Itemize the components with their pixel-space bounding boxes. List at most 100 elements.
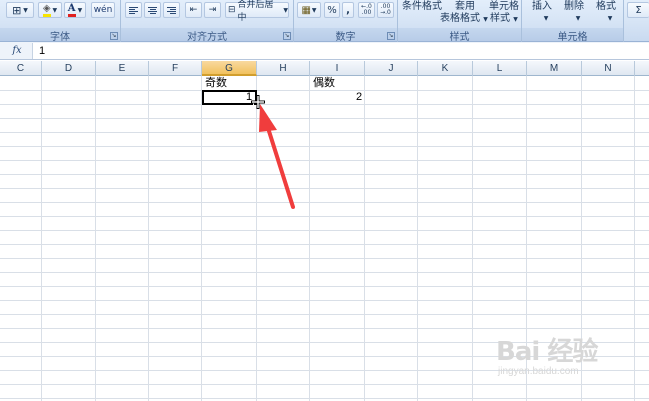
borders-button[interactable]: ⊞ ▼ [6,2,34,18]
column-header-l[interactable]: L [473,61,527,76]
chevron-down-icon: ▼ [575,15,581,22]
column-header-h[interactable]: H [257,61,310,76]
insert-function-icon[interactable]: fx [6,44,28,58]
delete-label: 删除 [564,1,584,12]
column-header-next[interactable] [635,61,649,76]
delete-button[interactable]: 删除 ▼ [564,0,584,23]
chevron-down-icon: ▼ [52,6,58,14]
currency-icon: ▦ [301,4,311,16]
watermark-url: jingyan.baidu.com [498,366,579,377]
grid-line [0,104,649,105]
grid-line [0,328,649,329]
formula-input[interactable]: 1 [32,43,649,59]
grid-line [0,132,649,133]
percent-button[interactable]: % [324,2,340,18]
watermark-logo: Bai 经验 [496,337,598,367]
number-dialog-launcher[interactable]: ↘ [387,32,395,40]
grid-line [417,76,418,401]
sigma-icon: Σ [635,4,642,16]
decrease-decimal-icon: .00 →.0 [380,3,391,16]
alignment-group: ⇤ ⇥ ⊟ 合并后居中 ▼ 对齐方式 ↘ [121,0,294,43]
chevron-down-icon: ▼ [543,15,549,22]
column-header-c[interactable]: C [0,61,42,76]
borders-icon: ⊞ [12,3,22,17]
align-left-button[interactable] [125,2,142,18]
cell-i1[interactable]: 偶数 [313,77,335,90]
chevron-down-icon: ▼ [607,15,613,22]
cell-style-button[interactable]: 样式 ▼ [490,9,518,24]
grid-line [0,398,649,399]
column-header-j[interactable]: J [365,61,418,76]
fill-color-button[interactable]: ◈ ▼ [38,2,62,18]
cell-g1[interactable]: 奇数 [205,77,227,90]
increase-decimal-button[interactable]: ←.0.00 [358,2,375,18]
accounting-format-button[interactable]: ▦ ▼ [297,2,321,18]
grid-line [0,314,649,315]
comma-label: , [346,4,350,16]
percent-label: % [327,4,337,16]
alignment-group-label: 对齐方式 [121,28,293,43]
active-cell-selection[interactable] [202,90,257,105]
cell-i2[interactable]: 2 [356,91,362,104]
conditional-format-button[interactable]: 条件格式 [402,0,442,12]
decrease-indent-button[interactable]: ⇤ [185,2,202,18]
format-button[interactable]: 格式 ▼ [596,0,616,23]
grid-line [0,230,649,231]
decrease-decimal-button[interactable]: .00 →.0 [377,2,394,18]
ribbon: ⊞ ▼ ◈ ▼ A ▼ wén 字体 ↘ ⇤ ⇥ ⊟ 合并后居中 ▼ 对齐方式 … [0,0,649,43]
table-format-button[interactable]: 表格格式 ▼ [440,9,488,24]
column-header-m[interactable]: M [527,61,582,76]
grid-line [0,286,649,287]
font-group-label: 字体 [0,28,120,43]
cells-group-label: 单元格 [522,28,623,43]
comma-button[interactable]: , [342,2,354,18]
alignment-dialog-launcher[interactable]: ↘ [283,32,291,40]
font-group: ⊞ ▼ ◈ ▼ A ▼ wén 字体 ↘ [0,0,121,43]
grid-line [0,118,649,119]
column-header-i[interactable]: I [310,61,365,76]
merge-center-button[interactable]: ⊟ 合并后居中 ▼ [225,0,289,23]
column-header-row: C D E F G H I J K L M N [0,61,649,76]
chevron-down-icon: ▼ [311,6,317,14]
grid-line [0,188,649,189]
align-right-button[interactable] [163,2,180,18]
font-dialog-launcher[interactable]: ↘ [110,32,118,40]
baidu-jingyan-watermark: Bai 经验 jingyan.baidu.com [496,338,636,388]
grid-line [0,202,649,203]
cell-style-label: 样式 [490,13,510,24]
font-color-button[interactable]: A ▼ [64,2,86,18]
paint-bucket-icon: ◈ [42,3,51,17]
increase-indent-icon: ⇥ [208,5,217,15]
chevron-down-icon: ▼ [483,16,488,23]
column-header-k[interactable]: K [418,61,473,76]
sum-button[interactable]: Σ [627,2,649,18]
align-left-icon [129,6,138,15]
grid-line [0,244,649,245]
column-header-g[interactable]: G [202,61,257,76]
grid-line [0,216,649,217]
grid-line [0,90,649,91]
grid-line [0,146,649,147]
merge-center-label: 合并后居中 [237,0,274,23]
increase-indent-button[interactable]: ⇥ [204,2,221,18]
phonetic-button[interactable]: wén [91,2,115,18]
editing-group: Σ [624,0,649,42]
font-color-icon: A [67,3,76,17]
cells-group: 插入 ▼ 删除 ▼ 格式 ▼ 单元格 [522,0,624,43]
column-header-n[interactable]: N [582,61,635,76]
column-header-d[interactable]: D [42,61,96,76]
chevron-down-icon: ▼ [283,6,288,14]
column-header-e[interactable]: E [96,61,149,76]
grid-line [472,76,473,401]
table-format-label: 表格格式 [440,13,480,24]
insert-button[interactable]: 插入 ▼ [532,0,552,23]
chevron-down-icon: ▼ [513,16,518,23]
grid-line [364,76,365,401]
grid-line [309,76,310,401]
grid-line [0,160,649,161]
grid-line [0,272,649,273]
grid-line [41,76,42,401]
grid-line [95,76,96,401]
column-header-f[interactable]: F [149,61,202,76]
align-center-button[interactable] [144,2,161,18]
